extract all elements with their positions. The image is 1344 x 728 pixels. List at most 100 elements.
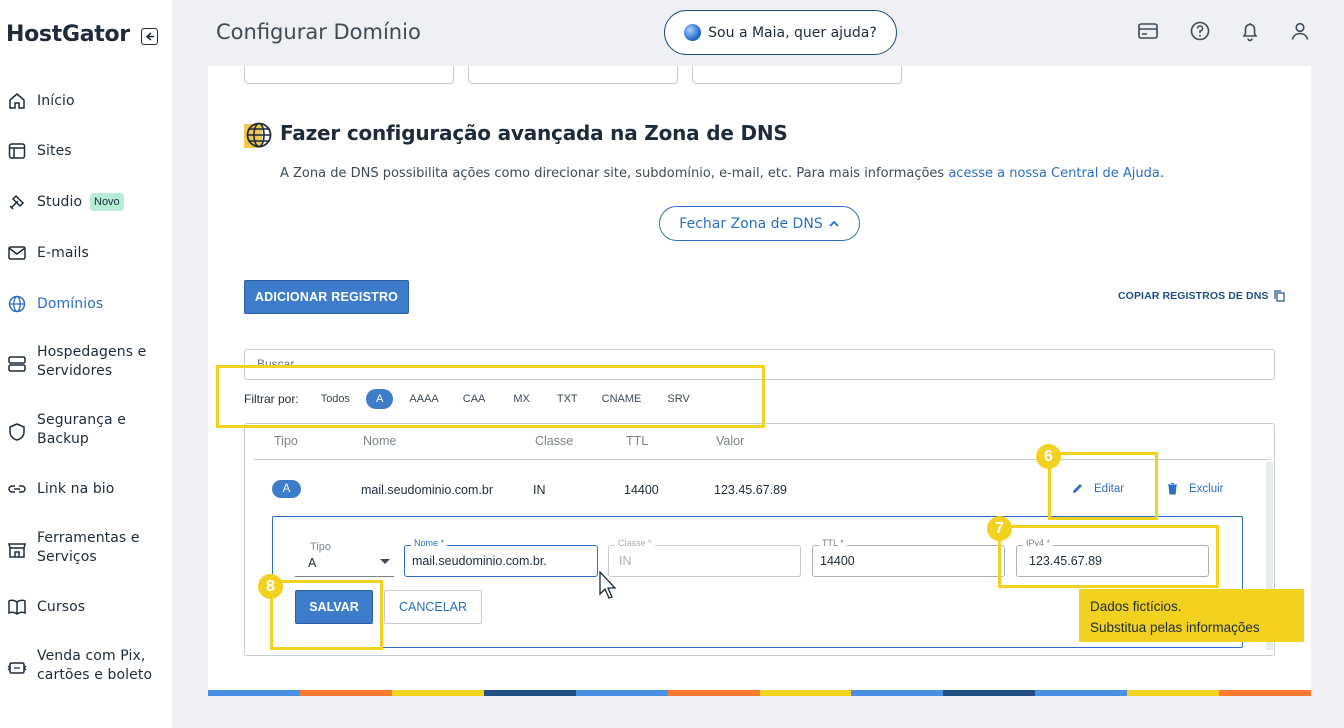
bell-icon[interactable] <box>1239 20 1261 42</box>
dns-section-title: Fazer configuração avançada na Zona de D… <box>280 121 788 145</box>
hostgator-logo[interactable]: HostGator <box>6 22 130 47</box>
user-icon[interactable] <box>1289 20 1311 42</box>
sidebar-item-dominios[interactable]: Domínios <box>0 294 172 314</box>
book-icon <box>8 599 26 615</box>
copy-dns-records-label: COPIAR REGISTROS DE DNS <box>1118 290 1269 302</box>
step-7-badge: 7 <box>987 516 1012 541</box>
sidebar-item-label: Servidores <box>37 363 113 379</box>
step-8-badge: 8 <box>258 574 283 599</box>
sidebar-item-sites[interactable]: Sites <box>0 141 172 161</box>
class-field-value: IN <box>619 554 632 568</box>
record-type-badge: A <box>272 480 301 498</box>
previous-input[interactable] <box>692 66 902 84</box>
sidebar-item-label: Domínios <box>37 295 104 312</box>
edit-highlight-box <box>1048 452 1158 520</box>
copy-dns-records-button[interactable]: COPIAR REGISTROS DE DNS <box>1118 290 1286 302</box>
sidebar-item-ferramentas[interactable]: Ferramentas e Serviços <box>0 530 172 565</box>
shield-icon <box>9 423 25 441</box>
column-header-valor[interactable]: Valor <box>716 434 744 448</box>
description-text: A Zona de DNS possibilita ações como dir… <box>280 166 949 181</box>
sidebar-item-link-na-bio[interactable]: Link na bio <box>0 479 172 499</box>
new-badge: Novo <box>90 193 124 211</box>
column-header-nome[interactable]: Nome <box>363 434 396 448</box>
page-title: Configurar Domínio <box>216 20 421 44</box>
sidebar: HostGator Início Sites Studio Novo E-mai… <box>0 0 172 728</box>
payment-icon <box>7 662 27 674</box>
add-record-button[interactable]: ADICIONAR REGISTRO <box>244 280 409 314</box>
record-class: IN <box>533 483 546 497</box>
sidebar-item-label: Studio <box>37 193 83 210</box>
previous-input[interactable] <box>244 66 454 84</box>
sidebar-item-label: Hospedagens e <box>37 344 147 360</box>
home-icon <box>9 93 25 109</box>
sidebar-item-label: cartões e boleto <box>37 667 153 683</box>
trash-icon <box>1168 483 1177 495</box>
ttl-field-value: 14400 <box>820 554 855 568</box>
name-field-label: Nome * <box>411 538 448 548</box>
sidebar-item-label: Ferramentas e <box>37 530 140 546</box>
sidebar-item-label: Cursos <box>37 598 86 615</box>
sidebar-item-label: E-mails <box>37 244 89 261</box>
record-ttl: 14400 <box>624 483 659 497</box>
type-select-value: A <box>308 556 317 570</box>
callout-line-2: Substitua pelas informações <box>1090 620 1260 635</box>
sidebar-item-label: Venda com Pix, <box>37 648 146 664</box>
chevron-down-icon <box>380 559 390 564</box>
sidebar-item-label: Segurança e <box>37 412 126 428</box>
globe-icon <box>8 295 26 313</box>
save-highlight-box <box>270 580 383 650</box>
link-icon <box>8 485 26 493</box>
class-field: Classe * IN <box>608 538 801 577</box>
column-header-classe[interactable]: Classe <box>535 434 573 448</box>
type-select-label: Tipo <box>307 541 334 553</box>
close-dns-zone-label: Fechar Zona de DNS <box>679 215 823 232</box>
card-icon[interactable] <box>1137 20 1159 42</box>
sidebar-item-label: Serviços <box>37 549 97 565</box>
type-select[interactable]: Tipo A <box>295 541 394 577</box>
record-name: mail.seudominio.com.br <box>361 483 493 497</box>
column-header-tipo[interactable]: Tipo <box>274 434 298 448</box>
sidebar-item-label: Sites <box>37 142 72 159</box>
sidebar-item-hospedagens[interactable]: Hospedagens e Servidores <box>0 344 172 379</box>
maia-assistant-label: Sou a Maia, quer ajuda? <box>708 24 877 41</box>
help-icon[interactable] <box>1189 20 1211 42</box>
sidebar-item-seguranca[interactable]: Segurança e Backup <box>0 412 172 447</box>
sidebar-item-venda-pix[interactable]: Venda com Pix, cartões e boleto <box>0 648 172 683</box>
cancel-button[interactable]: CANCELAR <box>384 590 482 624</box>
ttl-field[interactable]: TTL * 14400 <box>812 538 1005 577</box>
step-6-badge: 6 <box>1036 444 1061 469</box>
mouse-cursor-icon <box>599 571 617 599</box>
class-field-label: Classe * <box>615 538 655 548</box>
sidebar-item-label: Link na bio <box>37 480 115 497</box>
sidebar-item-cursos[interactable]: Cursos <box>0 597 172 617</box>
delete-record-button[interactable]: Excluir <box>1167 482 1224 495</box>
chevron-up-icon <box>829 220 839 227</box>
server-icon <box>8 356 26 372</box>
sidebar-item-studio[interactable]: Studio Novo <box>0 192 172 212</box>
name-field[interactable]: Nome * mail.seudominio.com.br. <box>404 538 598 577</box>
sidebar-item-inicio[interactable]: Início <box>0 91 172 111</box>
sidebar-item-label: Backup <box>37 431 89 447</box>
maia-assistant-button[interactable]: Sou a Maia, quer ajuda? <box>664 10 897 55</box>
delete-label: Excluir <box>1189 482 1224 495</box>
filter-highlight-box <box>216 365 765 428</box>
description-end: . <box>1159 166 1165 181</box>
name-field-value: mail.seudominio.com.br. <box>412 554 547 568</box>
ttl-field-label: TTL * <box>819 538 847 548</box>
sidebar-item-emails[interactable]: E-mails <box>0 243 172 263</box>
maia-orb-icon <box>684 24 702 41</box>
fictitious-data-callout: Dados fictícios. Substitua pelas informa… <box>1079 589 1304 642</box>
tools-icon <box>9 194 25 210</box>
previous-input[interactable] <box>468 66 678 84</box>
help-center-link[interactable]: acesse a nossa Central de Ajuda <box>948 166 1160 181</box>
store-icon <box>8 543 26 558</box>
top-header: Configurar Domínio Sou a Maia, quer ajud… <box>172 0 1344 66</box>
record-value: 123.45.67.89 <box>714 483 787 497</box>
copy-icon <box>1274 290 1286 302</box>
close-dns-zone-button[interactable]: Fechar Zona de DNS <box>659 206 860 241</box>
sidebar-item-label: Início <box>37 92 75 109</box>
collapse-sidebar-icon[interactable] <box>141 28 158 45</box>
dns-section-description: A Zona de DNS possibilita ações como dir… <box>280 166 1164 181</box>
column-header-ttl[interactable]: TTL <box>626 434 648 448</box>
ipv4-highlight-box <box>998 525 1219 588</box>
